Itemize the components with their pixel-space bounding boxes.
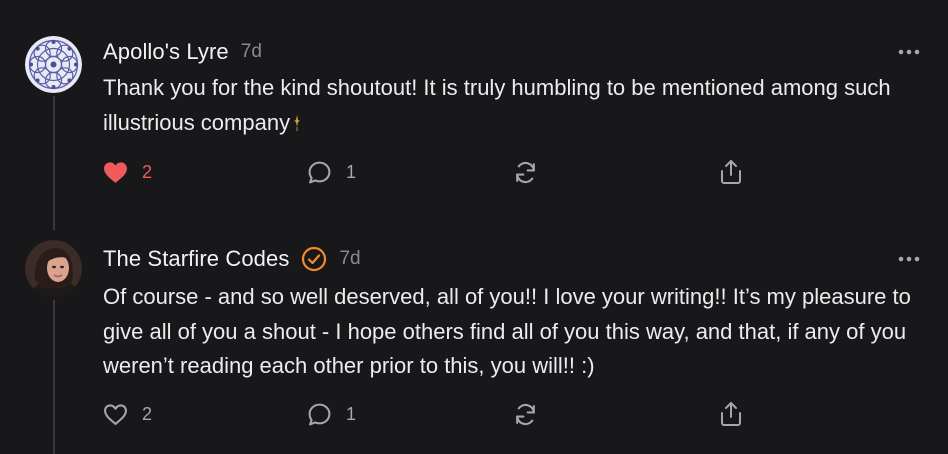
avatar[interactable] [25,240,82,297]
restack-button[interactable] [513,399,538,429]
reply-button[interactable]: 1 [307,399,356,429]
like-button[interactable]: 2 [103,399,152,429]
comment-header: The Starfire Codes 7d [103,244,361,274]
heart-outline-icon [104,403,127,425]
like-count: 2 [142,403,153,424]
reply-count: 1 [346,403,357,424]
comment-starfire-codes: The Starfire Codes 7d Of course - and so… [0,0,948,454]
comment-text: Of course - and so well deserved, all of… [103,284,911,378]
restack-icon [516,403,535,425]
action-bar: 2 1 [0,399,948,429]
verified-badge-icon [302,246,327,272]
comment-body: Of course - and so well deserved, all of… [103,280,923,384]
more-options-icon[interactable] [898,256,920,262]
profile-photo-avatar-icon [25,240,82,297]
timestamp[interactable]: 7d [339,248,360,270]
author-name[interactable]: The Starfire Codes [103,246,289,272]
comment-bubble-icon [308,403,331,425]
share-icon [721,402,741,426]
share-button[interactable] [719,399,743,429]
